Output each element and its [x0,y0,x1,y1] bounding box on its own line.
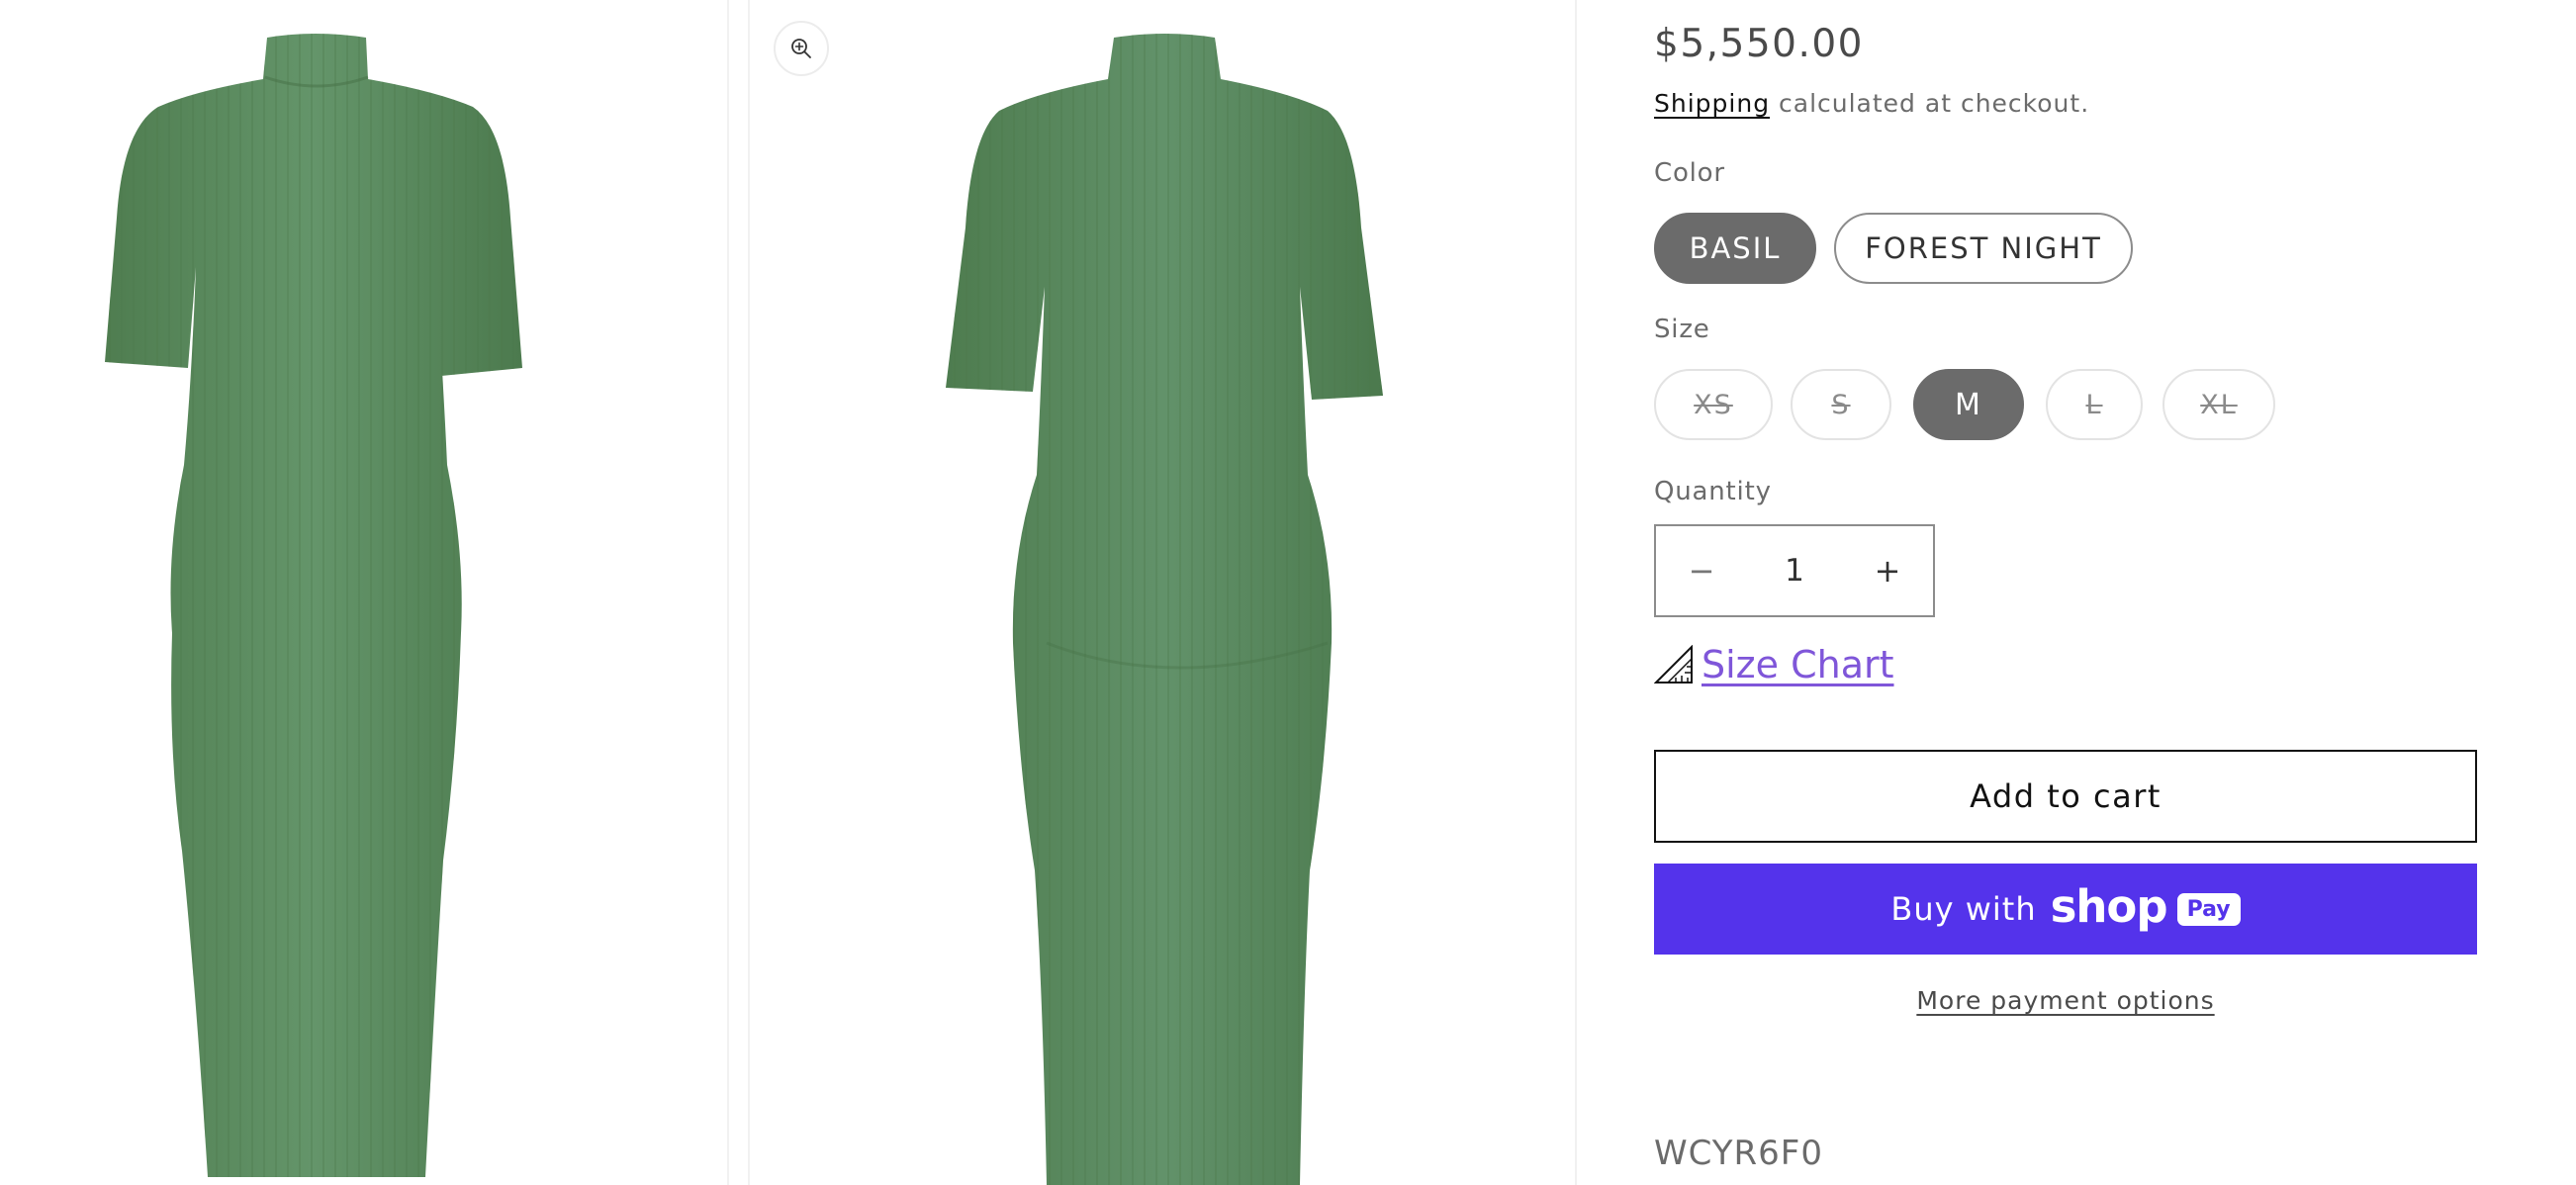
quantity-label: Quantity [1654,477,1772,506]
ruler-triangle-icon [1654,645,1693,684]
shipping-note-text: calculated at checkout. [1770,89,2090,118]
product-info: $5,550.00 Shipping calculated at checkou… [1654,0,2485,1185]
size-chart-label: Size Chart [1702,643,1894,686]
product-sku: WCYR6F0 [1654,1134,1823,1173]
zoom-button[interactable] [774,21,829,76]
quantity-input[interactable] [1747,526,1842,615]
size-option-label: XS [1694,389,1733,420]
quantity-stepper: − + [1654,524,1935,617]
quantity-decrease-button[interactable]: − [1656,526,1747,615]
color-option-forest-night[interactable]: FOREST NIGHT [1834,213,2133,284]
size-option-xs[interactable]: XS [1654,369,1773,440]
gallery-image-front[interactable] [0,0,729,1185]
shop-logo: shop [2050,879,2168,933]
buy-with-shop-pay-button[interactable]: Buy with shop Pay [1654,864,2477,955]
gallery-image-back[interactable] [748,0,1577,1185]
product-price: $5,550.00 [1654,22,1864,66]
size-option-label: M [1955,387,1982,422]
add-to-cart-button[interactable]: Add to cart [1654,750,2477,843]
quantity-increase-button[interactable]: + [1842,526,1933,615]
more-payment-options-link[interactable]: More payment options [1654,986,2477,1015]
shipping-link[interactable]: Shipping [1654,89,1770,118]
shipping-note: Shipping calculated at checkout. [1654,89,2089,118]
color-option-label: FOREST NIGHT [1865,231,2102,265]
product-page: $5,550.00 Shipping calculated at checkou… [0,0,2576,1185]
size-option-l[interactable]: L [2046,369,2143,440]
dress-back-image [946,34,1383,1185]
zoom-in-icon [791,39,811,58]
color-label: Color [1654,158,1725,188]
pay-badge: Pay [2176,892,2241,926]
size-label: Size [1654,315,1710,344]
color-option-label: BASIL [1689,231,1782,265]
size-option-m[interactable]: M [1913,369,2024,440]
size-option-label: S [1831,389,1851,420]
size-option-xl[interactable]: XL [2162,369,2275,440]
dress-front-image [105,34,522,1177]
size-option-s[interactable]: S [1791,369,1891,440]
size-option-label: XL [2200,389,2238,420]
buy-with-label: Buy with [1890,890,2037,928]
color-option-basil[interactable]: BASIL [1654,213,1816,284]
size-chart-link[interactable]: Size Chart [1654,643,1894,686]
size-option-label: L [2085,389,2103,420]
